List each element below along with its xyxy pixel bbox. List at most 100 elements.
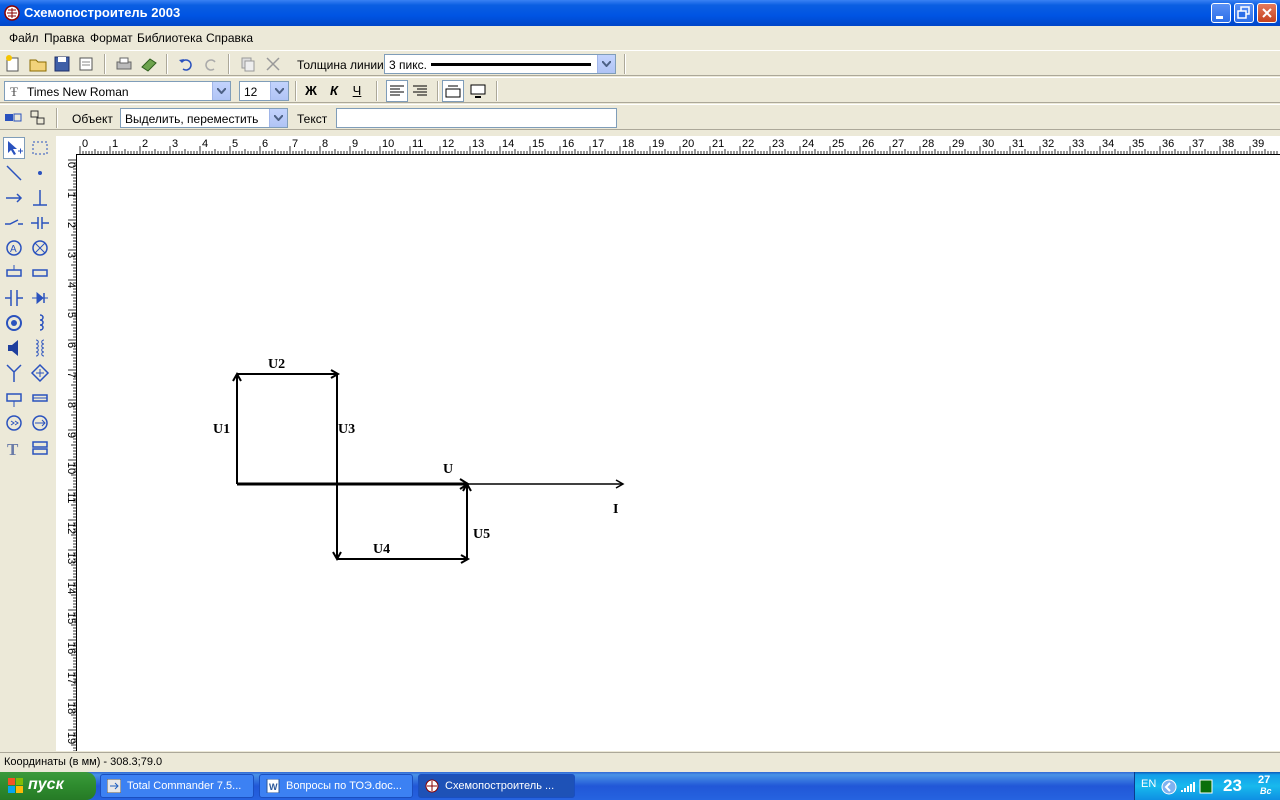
font-name-select[interactable]: Ŧ Times New Roman <box>4 81 231 101</box>
minimize-button[interactable] <box>1211 3 1231 23</box>
object-mode-select[interactable]: Выделить, переместить <box>120 108 288 128</box>
antenna-icon[interactable] <box>3 362 25 384</box>
menu-file[interactable]: Файл <box>9 31 39 45</box>
close-button[interactable] <box>1257 3 1277 23</box>
ruler-tick-label: 17 <box>65 672 76 684</box>
task-total-commander[interactable]: Total Commander 7.5... <box>100 774 254 798</box>
delete-icon[interactable] <box>262 53 284 75</box>
line-tool-icon[interactable] <box>3 162 25 184</box>
label-u3[interactable]: U3 <box>338 422 355 438</box>
signal-strength-icon[interactable] <box>1180 778 1196 794</box>
object-props-icon[interactable] <box>2 107 24 129</box>
window-title: Схемопостроитель 2003 <box>24 5 181 20</box>
title-bar[interactable]: Схемопостроитель 2003 <box>0 0 1280 26</box>
menu-help[interactable]: Справка <box>206 31 253 45</box>
ruler-tick-label: 0 <box>82 138 88 150</box>
chevron-down-icon[interactable] <box>270 82 288 100</box>
chevron-down-icon[interactable] <box>597 55 615 73</box>
arrow-tool-icon[interactable] <box>3 187 25 209</box>
text-background-icon[interactable] <box>467 80 489 102</box>
ruler-tick-label: 29 <box>952 138 964 150</box>
print-icon[interactable] <box>113 53 135 75</box>
switch-icon[interactable] <box>3 212 25 234</box>
language-indicator[interactable]: EN <box>1141 778 1156 790</box>
label-u5[interactable]: U5 <box>473 527 490 543</box>
task-schema-builder[interactable]: Схемопостроитель ... <box>418 774 575 798</box>
text-frame-icon[interactable] <box>442 80 464 102</box>
align-left-icon[interactable] <box>386 80 408 102</box>
transformer-icon[interactable] <box>29 337 51 359</box>
ground-icon[interactable] <box>29 187 51 209</box>
ruler-tick-label: 2 <box>142 138 148 150</box>
ruler-tick-label: 25 <box>832 138 844 150</box>
separator <box>295 81 297 101</box>
line-width-select[interactable]: 3 пикс. <box>384 54 616 74</box>
select-pointer-icon[interactable] <box>3 137 25 159</box>
label-u[interactable]: U <box>443 462 453 478</box>
text-input[interactable] <box>336 108 617 128</box>
chevron-down-icon[interactable] <box>212 82 230 100</box>
svg-text:T: T <box>7 440 19 459</box>
redo-icon[interactable] <box>200 53 222 75</box>
menu-edit[interactable]: Правка <box>44 31 85 45</box>
new-file-icon[interactable] <box>3 53 25 75</box>
font-name-value: Times New Roman <box>27 85 129 99</box>
tray-arrow-icon[interactable] <box>1161 779 1177 795</box>
table-tool-icon[interactable] <box>29 437 51 459</box>
speaker-icon[interactable] <box>3 337 25 359</box>
label-u1[interactable]: U1 <box>213 422 230 438</box>
ruler-tick-label: 13 <box>472 138 484 150</box>
ruler-tick-label: 1 <box>65 192 76 198</box>
label-u2[interactable]: U2 <box>268 357 285 373</box>
current-source-icon[interactable] <box>29 412 51 434</box>
font-size-select[interactable]: 12 <box>239 81 289 101</box>
menu-format[interactable]: Формат <box>90 31 133 45</box>
separator <box>376 81 378 101</box>
resistor-vertical-icon[interactable] <box>3 262 25 284</box>
fuse-horizontal-icon[interactable] <box>29 387 51 409</box>
label-u4[interactable]: U4 <box>373 542 390 558</box>
menu-library[interactable]: Библиотека <box>137 31 202 45</box>
undo-icon[interactable] <box>175 53 197 75</box>
text-tool-icon[interactable]: T <box>3 437 25 459</box>
bridge-icon[interactable] <box>29 362 51 384</box>
bold-button[interactable]: Ж <box>304 83 318 98</box>
resistor-icon[interactable] <box>29 262 51 284</box>
object-label: Объект <box>72 112 113 126</box>
rect-select-icon[interactable] <box>29 137 51 159</box>
battery-icon[interactable] <box>1199 778 1213 794</box>
library-book-icon[interactable] <box>138 53 160 75</box>
open-file-icon[interactable] <box>27 53 49 75</box>
coordinates-readout: Координаты (в мм) - 308.3;79.0 <box>4 756 163 768</box>
ruler-tick-label: 19 <box>65 732 76 744</box>
capacitor-icon[interactable] <box>29 212 51 234</box>
ruler-tick-label: 6 <box>65 342 76 348</box>
fuse-icon[interactable] <box>3 387 25 409</box>
ruler-tick-label: 32 <box>1042 138 1054 150</box>
ruler-tick-label: 3 <box>172 138 178 150</box>
group-icon[interactable] <box>27 107 49 129</box>
save-icon[interactable] <box>51 53 73 75</box>
diode-icon[interactable] <box>29 287 51 309</box>
capacitor-vertical-icon[interactable] <box>3 287 25 309</box>
label-i[interactable]: I <box>613 502 618 518</box>
italic-button[interactable]: К <box>327 83 341 98</box>
task-word-document[interactable]: W Вопросы по ТОЭ.doc... <box>259 774 413 798</box>
align-right-icon[interactable] <box>409 80 431 102</box>
motor-icon[interactable] <box>3 312 25 334</box>
point-tool-icon[interactable] <box>29 162 51 184</box>
print-preview-icon[interactable] <box>75 53 97 75</box>
underline-button[interactable]: Ч <box>350 83 364 98</box>
copy-icon[interactable] <box>237 53 259 75</box>
drawing-canvas[interactable]: U1 U2 U3 U4 U5 U I <box>77 155 1280 751</box>
restore-button[interactable] <box>1234 3 1254 23</box>
generator-icon[interactable] <box>3 412 25 434</box>
ruler-tick-label: 2 <box>65 222 76 228</box>
clock-hours[interactable]: 23 <box>1223 776 1242 796</box>
inductor-icon[interactable] <box>29 312 51 334</box>
lamp-icon[interactable] <box>29 237 51 259</box>
start-button[interactable]: пуск <box>0 772 96 800</box>
ammeter-icon[interactable]: A <box>3 237 25 259</box>
chevron-down-icon[interactable] <box>269 109 287 127</box>
ruler-tick-label: 12 <box>442 138 454 150</box>
